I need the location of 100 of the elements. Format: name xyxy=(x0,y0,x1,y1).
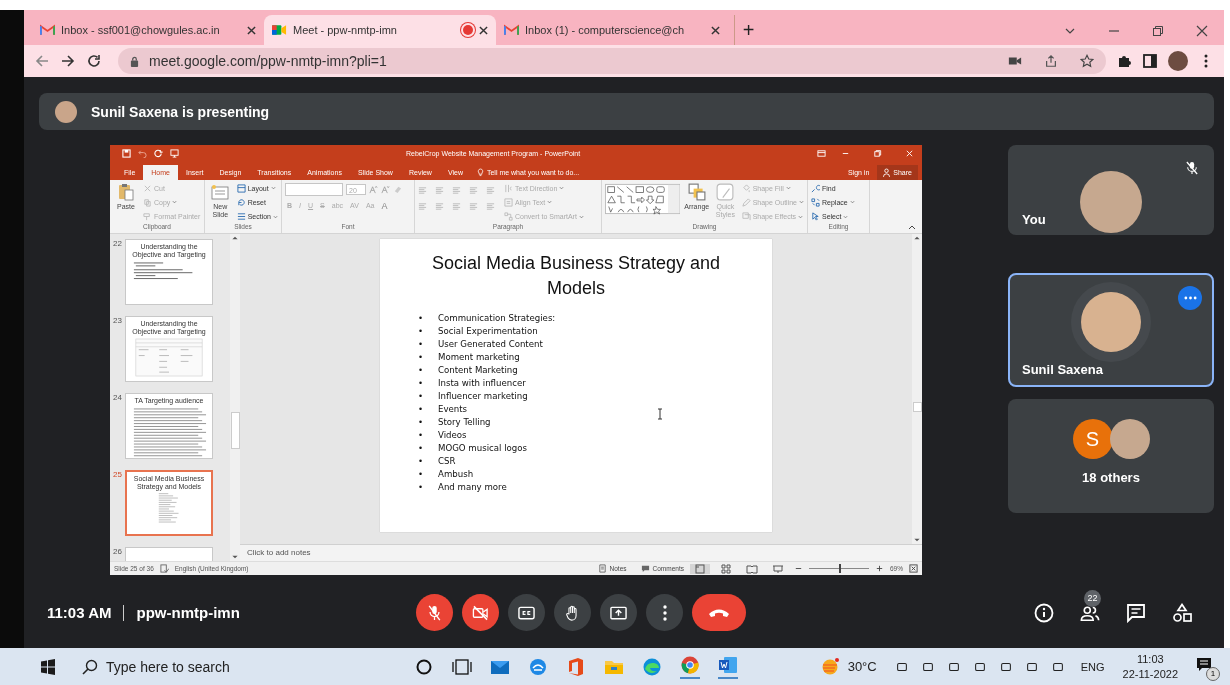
participant-name: Sunil Saxena xyxy=(1022,362,1103,377)
arrange-icon xyxy=(687,182,706,201)
task-view-icon[interactable] xyxy=(452,656,472,677)
chat-button[interactable] xyxy=(1126,602,1146,623)
side-panel-icon[interactable] xyxy=(1142,53,1158,69)
scrollbar[interactable] xyxy=(912,234,922,545)
present-screen-icon xyxy=(610,604,628,621)
puzzle-icon[interactable] xyxy=(1116,53,1132,69)
slide-number: 26 xyxy=(112,547,122,559)
back-arrow-icon[interactable] xyxy=(34,53,50,69)
shapes-gallery-drawing[interactable] xyxy=(605,182,681,215)
restore-icon[interactable] xyxy=(873,149,882,159)
microphone-button[interactable] xyxy=(416,594,454,631)
shape-effects-icon xyxy=(741,212,751,222)
bullet-marker: • xyxy=(418,350,425,364)
search-field[interactable]: Type here to search xyxy=(106,651,396,682)
browser-swirl-icon[interactable] xyxy=(642,656,662,677)
profile-avatar[interactable] xyxy=(1168,51,1188,71)
tab-title: Inbox - ssf001@chowgules.ac.in xyxy=(61,24,221,36)
bullet-item: CSR xyxy=(438,454,456,468)
save-icon[interactable] xyxy=(122,149,131,159)
more-options-button[interactable] xyxy=(646,594,684,631)
browser-tab[interactable]: Meet - ppw-nmtp-imn xyxy=(264,15,496,45)
mail-icon xyxy=(504,24,519,36)
plus-icon[interactable] xyxy=(875,564,884,574)
weather-temperature[interactable]: 30°C xyxy=(847,659,877,674)
close-icon[interactable] xyxy=(479,25,488,35)
close-icon[interactable] xyxy=(711,25,720,35)
chat-icon xyxy=(1126,602,1146,623)
video-camera-off-icon xyxy=(472,604,490,621)
leave-call-button[interactable] xyxy=(692,594,747,631)
caret-icon xyxy=(273,214,278,219)
browser-tab[interactable]: Inbox (1) - computerscience@ch xyxy=(496,15,728,45)
globe-icon[interactable] xyxy=(528,656,548,677)
slide-title: Social Media Business Strategy and Models xyxy=(430,252,722,301)
presenter-icon[interactable] xyxy=(170,149,179,159)
participant-name: You xyxy=(1022,212,1046,227)
ribbon-display-icon[interactable] xyxy=(817,149,826,159)
bullet-item: MOGO musical logos xyxy=(438,441,527,455)
star-icon[interactable] xyxy=(1080,54,1094,68)
windows-start-icon[interactable] xyxy=(40,658,56,675)
quick-styles-icon xyxy=(716,182,735,201)
text-direction-icon xyxy=(504,183,513,193)
slide-number: 24 xyxy=(112,393,122,405)
lightbulb-icon xyxy=(476,167,484,177)
restore-icon[interactable] xyxy=(1152,25,1164,37)
lock-icon xyxy=(130,55,139,67)
caret-icon xyxy=(559,186,565,191)
font-style-button[interactable]: A xyxy=(379,200,390,211)
presenting-text: Sunil Saxena is presenting xyxy=(91,103,270,120)
shapes-icon xyxy=(1172,602,1192,623)
search-icon xyxy=(811,183,820,193)
bullet-item: Story Telling xyxy=(438,415,491,429)
caret-icon xyxy=(799,200,804,205)
initial-avatar: S xyxy=(1072,419,1113,459)
office-icon[interactable] xyxy=(566,656,586,677)
slide-number: 23 xyxy=(112,316,122,328)
scroll-thumb[interactable] xyxy=(912,402,922,413)
close-icon[interactable] xyxy=(247,25,256,35)
share-icon[interactable] xyxy=(1044,54,1058,68)
input-language[interactable]: ENG xyxy=(1080,660,1105,673)
slide-number: 25 xyxy=(112,470,122,482)
fit-to-window-icon[interactable] xyxy=(909,564,918,574)
address-bar[interactable]: meet.google.com/ppw-nmtp-imn?pli=1 xyxy=(118,48,1106,74)
search-icon xyxy=(82,658,98,675)
participant-count-badge: 22 xyxy=(1084,589,1101,607)
camera-button[interactable] xyxy=(462,594,500,631)
collapse-ribbon-icon[interactable] xyxy=(908,224,916,231)
bullet-item: Content Marketing xyxy=(438,363,518,377)
scroll-thumb[interactable] xyxy=(230,412,240,450)
present-button[interactable] xyxy=(600,594,638,631)
raise-hand-button[interactable] xyxy=(554,594,592,631)
info-button[interactable] xyxy=(1034,602,1054,623)
replace-icon xyxy=(811,197,820,207)
more-options-button[interactable] xyxy=(1178,286,1202,310)
close-icon[interactable] xyxy=(1196,25,1208,37)
redo-icon[interactable] xyxy=(154,149,163,159)
person-icon xyxy=(883,167,891,177)
normal-view-icon[interactable] xyxy=(690,563,710,574)
bullet-marker: • xyxy=(418,324,425,338)
participant-name: 18 others xyxy=(1082,470,1140,485)
avatar xyxy=(55,100,77,123)
scrollbar[interactable] xyxy=(230,234,240,562)
bullet-marker: • xyxy=(418,467,425,481)
align-text-icon xyxy=(504,197,513,207)
document-icon[interactable] xyxy=(718,654,738,679)
forward-arrow-icon[interactable] xyxy=(60,53,76,69)
spelling-icon[interactable] xyxy=(159,564,169,574)
captions-button[interactable] xyxy=(508,594,546,631)
meeting-time: 11:03 AM xyxy=(47,604,112,621)
text-cursor-icon xyxy=(657,408,663,421)
reload-icon[interactable] xyxy=(86,53,102,69)
browser-tab[interactable]: Inbox - ssf001@chowgules.ac.in xyxy=(32,15,264,45)
bullet-marker: • xyxy=(418,363,425,377)
bullet-item: Videos xyxy=(438,428,467,442)
hang-up-icon xyxy=(708,607,731,618)
bullet-item: Influencer marketing xyxy=(438,389,528,403)
clock[interactable]: 11:03 22-11-2022 xyxy=(1122,651,1178,682)
shapes-button[interactable] xyxy=(1172,602,1192,623)
font-name-field[interactable] xyxy=(285,182,343,196)
